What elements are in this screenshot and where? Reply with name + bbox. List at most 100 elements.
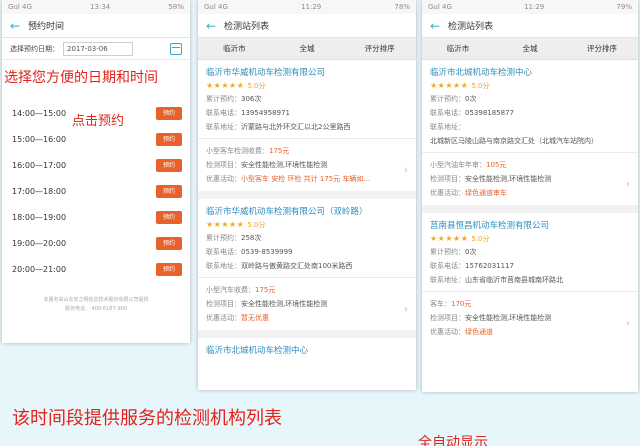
divider xyxy=(422,205,638,213)
nav-bar: ← 预约时间 xyxy=(2,14,190,38)
tab-sort[interactable]: 评分排序 xyxy=(566,38,638,59)
contact-address: 联系地址：双岭路与傲黄路交汇处南100米路西 xyxy=(206,262,353,270)
time-slot: 15:00—16:00 预约 xyxy=(2,126,190,152)
appointment-count: 累计预约：0次 xyxy=(430,95,477,103)
status-bar: Gul 4G 11:29 79% xyxy=(422,0,638,14)
footer: 本服务由山东安之畅信息技术股份有限公司提供 服务电话： 400-6187-900 xyxy=(2,296,190,314)
contact-address: 联系地址：沂蒙路与北外环交汇以北2公里路西 xyxy=(206,123,351,131)
station-card[interactable]: 临沂市华威机动车检测有限公司（双岭路） ★★★★★ 5.0分 累计预约：258次 … xyxy=(198,199,416,277)
page-title: 预约时间 xyxy=(28,22,65,32)
slot-time: 15:00—16:00 xyxy=(12,134,67,144)
footer-provider: 本服务由山东安之畅信息技术股份有限公司提供 xyxy=(43,297,149,303)
station-name[interactable]: 临沂市华威机动车检测有限公司（双岭路） xyxy=(206,205,408,219)
date-label: 选择预约日期： xyxy=(10,44,59,53)
slot-time: 19:00—20:00 xyxy=(12,238,67,248)
book-button[interactable]: 预约 xyxy=(156,158,182,172)
back-arrow-icon[interactable]: ← xyxy=(2,19,28,33)
status-time: 11:29 xyxy=(524,3,545,11)
status-battery: 79% xyxy=(616,3,632,11)
back-arrow-icon[interactable]: ← xyxy=(198,19,224,33)
chevron-right-icon: › xyxy=(404,165,408,176)
book-button[interactable]: 预约 xyxy=(156,106,182,120)
rating-score: 5.0分 xyxy=(471,82,490,90)
tab-city[interactable]: 临沂市 xyxy=(198,38,271,59)
service-item[interactable]: 小型汽油车年审：105元 检测项目：安全性能检测,环境性能检测 优惠活动：绿色通… xyxy=(422,152,638,205)
book-button[interactable]: 预约 xyxy=(156,262,182,276)
footer-phone: 服务电话： 400-6187-900 xyxy=(64,306,127,312)
appointment-count: 累计预约：258次 xyxy=(206,234,262,242)
station-card[interactable]: 临沂市北城机动车检测中心 ★★★★★ 5.0分 累计预约：0次 联系电话：0539… xyxy=(422,60,638,152)
chevron-right-icon: › xyxy=(404,304,408,315)
status-bar: Gul 4G 11:29 78% xyxy=(198,0,416,14)
promotion: 优惠活动：暂无优惠 xyxy=(206,314,269,322)
date-input[interactable]: 2017-03-06 xyxy=(63,41,133,56)
contact-phone: 联系电话：13954958971 xyxy=(206,109,290,117)
calendar-icon[interactable] xyxy=(170,42,182,55)
rating-stars-icon: ★★★★★ 5.0分 xyxy=(430,234,490,243)
filter-tabs: 临沂市 全城 评分排序 xyxy=(422,38,638,60)
book-button[interactable]: 预约 xyxy=(156,184,182,198)
service-item[interactable]: 小型汽车收费：175元 检测项目：安全性能检测,环境性能检测 优惠活动：暂无优惠… xyxy=(198,277,416,330)
phone-station-list-2: Gul 4G 11:29 79% ← 检测站列表 临沂市 全城 评分排序 临沂市… xyxy=(422,0,638,392)
contact-phone: 联系电话：05398185877 xyxy=(430,109,514,117)
rating-stars-icon: ★★★★★ 5.0分 xyxy=(206,81,266,90)
tab-district[interactable]: 全城 xyxy=(494,38,566,59)
time-slot: 17:00—18:00 预约 xyxy=(2,178,190,204)
chevron-right-icon: › xyxy=(626,179,630,190)
inspection-items: 检测项目：安全性能检测,环境性能检测 xyxy=(430,314,552,322)
phone-appointment-time: Gul 4G 13:34 58% ← 预约时间 选择预约日期： 2017-03-… xyxy=(2,0,190,343)
rating-score: 5.0分 xyxy=(247,221,266,229)
service-price: 小型汽车收费：175元 xyxy=(206,286,276,294)
contact-address: 联系地址：山东省临沂市莒南县城南环路北 xyxy=(430,276,563,284)
status-bar: Gul 4G 13:34 58% xyxy=(2,0,190,14)
tab-city[interactable]: 临沂市 xyxy=(422,38,494,59)
station-name[interactable]: 莒南县恒昌机动车检测有限公司 xyxy=(430,219,630,233)
book-button[interactable]: 预约 xyxy=(156,132,182,146)
status-battery: 78% xyxy=(394,3,410,11)
station-name[interactable]: 临沂市北城机动车检测中心 xyxy=(206,344,408,358)
slot-time: 18:00—19:00 xyxy=(12,212,67,222)
divider xyxy=(198,191,416,199)
station-card[interactable]: 临沂市华威机动车检测有限公司 ★★★★★ 5.0分 累计预约：306次 联系电话：… xyxy=(198,60,416,138)
slot-time: 17:00—18:00 xyxy=(12,186,67,196)
time-slot: 16:00—17:00 预约 xyxy=(2,152,190,178)
tab-sort[interactable]: 评分排序 xyxy=(343,38,416,59)
time-slot: 19:00—20:00 预约 xyxy=(2,230,190,256)
annotation-bottom-partial: 全自动显示 xyxy=(418,435,488,446)
time-slot: 18:00—19:00 预约 xyxy=(2,204,190,230)
status-signal: Gul 4G xyxy=(204,3,228,11)
service-item[interactable]: 小型客车检测收费：175元 检测项目：安全性能检测,环境性能检测 优惠活动：小型… xyxy=(198,138,416,191)
contact-address: 联系地址：北城新区马陵山路与南京路交汇处（北城汽车站院内） xyxy=(430,123,598,145)
station-name[interactable]: 临沂市北城机动车检测中心 xyxy=(430,66,630,80)
status-signal: Gul 4G xyxy=(428,3,452,11)
annotation-click-book: 点击预约 xyxy=(72,114,125,129)
service-item[interactable]: 客车：170元 检测项目：安全性能检测,环境性能检测 优惠活动：绿色通道 › xyxy=(422,291,638,344)
station-card-partial[interactable]: 临沂市北城机动车检测中心 xyxy=(198,338,416,362)
book-button[interactable]: 预约 xyxy=(156,236,182,250)
annotation-list-caption: 该时间段提供服务的检测机构列表 xyxy=(12,408,282,429)
rating-stars-icon: ★★★★★ 5.0分 xyxy=(430,81,490,90)
station-card[interactable]: 莒南县恒昌机动车检测有限公司 ★★★★★ 5.0分 累计预约：0次 联系电话：15… xyxy=(422,213,638,291)
status-time: 11:29 xyxy=(301,3,322,11)
inspection-items: 检测项目：安全性能检测,环境性能检测 xyxy=(206,300,328,308)
contact-phone: 联系电话：15762031117 xyxy=(430,262,514,270)
back-arrow-icon[interactable]: ← xyxy=(422,19,448,33)
page-title: 检测站列表 xyxy=(448,22,494,32)
rating-score: 5.0分 xyxy=(471,235,490,243)
slot-time: 20:00—21:00 xyxy=(12,264,67,274)
slot-time: 14:00—15:00 xyxy=(12,108,67,118)
rating-stars-icon: ★★★★★ 5.0分 xyxy=(206,220,266,229)
time-slot: 20:00—21:00 预约 xyxy=(2,256,190,282)
annotation-choose-datetime: 选择您方便的日期和时间 xyxy=(4,67,158,87)
contact-phone: 联系电话：0539-8539999 xyxy=(206,248,293,256)
book-button[interactable]: 预约 xyxy=(156,210,182,224)
inspection-items: 检测项目：安全性能检测,环境性能检测 xyxy=(206,161,328,169)
station-name[interactable]: 临沂市华威机动车检测有限公司 xyxy=(206,66,408,80)
tab-district[interactable]: 全城 xyxy=(271,38,344,59)
nav-bar: ← 检测站列表 xyxy=(198,14,416,38)
service-price: 小型客车检测收费：175元 xyxy=(206,147,290,155)
phone-station-list-1: Gul 4G 11:29 78% ← 检测站列表 临沂市 全城 评分排序 临沂市… xyxy=(198,0,416,390)
page-title: 检测站列表 xyxy=(224,22,270,32)
inspection-items: 检测项目：安全性能检测,环境性能检测 xyxy=(430,175,552,183)
appointment-count: 累计预约：0次 xyxy=(430,248,477,256)
